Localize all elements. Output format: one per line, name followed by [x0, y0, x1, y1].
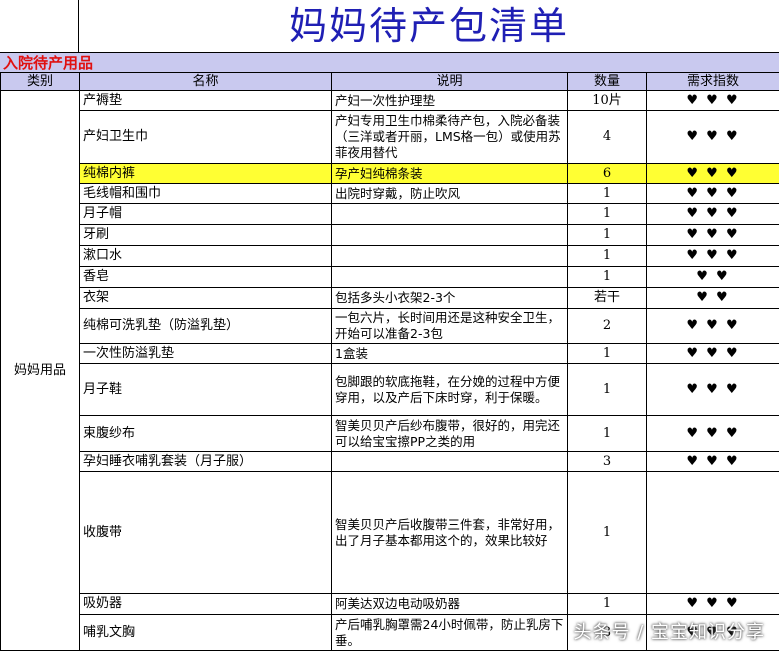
- item-index: ♥ ♥ ♥: [646, 110, 779, 164]
- table-row: 牙刷 1 ♥ ♥ ♥: [1, 224, 779, 246]
- item-index: ♥ ♥ ♥: [646, 224, 779, 246]
- item-desc: 智美贝贝产后纱布腹带，很好的，用完还可以给宝宝擦PP之类的用: [331, 415, 568, 452]
- checklist-table: 类别 名称 说明 数量 需求指数 妈妈用品 产褥垫 产妇一次性护理垫 10片 ♥…: [0, 72, 779, 651]
- item-desc: 智美贝贝产后收腹带三件套，非常好用，出了月子基本都用这个的，效果比较好: [331, 471, 568, 594]
- item-index: ♥ ♥ ♥: [646, 343, 779, 364]
- header-qty: 数量: [567, 72, 647, 91]
- item-name: 纯棉可洗乳垫（防溢乳垫）: [79, 308, 332, 344]
- item-index: ♥ ♥: [646, 266, 779, 288]
- item-name: 月子帽: [79, 203, 332, 225]
- item-desc: [331, 451, 568, 472]
- item-desc: 包括多头小衣架2-3个: [331, 287, 568, 309]
- item-index: [646, 471, 779, 594]
- page-title: 妈妈待产包清单: [288, 4, 569, 48]
- item-desc: 产后哺乳胸罩需24小时佩带，防止乳房下垂。: [331, 614, 568, 651]
- item-index: ♥ ♥: [646, 287, 779, 309]
- item-qty: 1: [567, 245, 647, 267]
- table-row: 孕妇睡衣哺乳套装（月子服） 3 ♥ ♥ ♥: [1, 451, 779, 472]
- item-name: 产妇卫生巾: [79, 110, 332, 164]
- item-desc: 孕产妇纯棉条装: [331, 163, 568, 184]
- title-row: 妈妈待产包清单: [0, 0, 779, 52]
- item-name: 收腹带: [79, 471, 332, 594]
- item-desc: 包脚跟的软底拖鞋，在分娩的过程中方便穿用，以及产后下床时穿，利于保暖。: [331, 363, 568, 416]
- item-qty: 若干: [567, 287, 647, 309]
- table-row: 衣架 包括多头小衣架2-3个 若干 ♥ ♥: [1, 287, 779, 309]
- item-qty: 1: [567, 343, 647, 364]
- item-name: 香皂: [79, 266, 332, 288]
- table-row: 月子鞋 包脚跟的软底拖鞋，在分娩的过程中方便穿用，以及产后下床时穿，利于保暖。 …: [1, 363, 779, 416]
- item-qty: 3: [567, 451, 647, 472]
- item-qty: 4: [567, 110, 647, 164]
- item-desc: 产妇一次性护理垫: [331, 90, 568, 111]
- item-index: ♥ ♥ ♥: [646, 415, 779, 452]
- header-index: 需求指数: [646, 72, 779, 91]
- item-name: 衣架: [79, 287, 332, 309]
- item-qty: 1: [567, 266, 647, 288]
- item-index: ♥ ♥ ♥: [646, 183, 779, 204]
- watermark-text: 头条号 / 宝宝知识分享: [573, 622, 765, 643]
- item-desc: [331, 245, 568, 267]
- header-desc: 说明: [331, 72, 568, 91]
- item-qty: 2: [567, 308, 647, 344]
- item-qty: 1: [567, 183, 647, 204]
- table-row: 收腹带 智美贝贝产后收腹带三件套，非常好用，出了月子基本都用这个的，效果比较好 …: [1, 471, 779, 594]
- item-name: 纯棉内裤: [79, 163, 332, 184]
- item-name: 牙刷: [79, 224, 332, 246]
- table-row: 毛线帽和围巾 出院时穿戴，防止吹风 1 ♥ ♥ ♥: [1, 183, 779, 204]
- section-header: 入院待产用品: [0, 52, 779, 73]
- item-name: 吸奶器: [79, 593, 332, 615]
- item-desc: 出院时穿戴，防止吹风: [331, 183, 568, 204]
- table-row: 妈妈用品 产褥垫 产妇一次性护理垫 10片 ♥ ♥ ♥: [0, 90, 779, 651]
- table-row: 纯棉可洗乳垫（防溢乳垫） 一包六片，长时间用还是这种安全卫生，开始可以准备2-3…: [1, 308, 779, 344]
- item-index: ♥ ♥ ♥: [646, 90, 779, 111]
- item-desc: 产妇专用卫生巾棉柔待产包，入院必备装（三洋或者开丽，LMS格一包）或使用苏菲夜用…: [331, 110, 568, 164]
- item-qty: 1: [567, 363, 647, 416]
- table-row: 漱口水 1 ♥ ♥ ♥: [1, 245, 779, 267]
- item-desc: 1盒装: [331, 343, 568, 364]
- item-index: ♥ ♥ ♥: [646, 163, 779, 184]
- item-desc: 阿美达双边电动吸奶器: [331, 593, 568, 615]
- item-name: 哺乳文胸: [79, 614, 332, 651]
- table-row: 吸奶器 阿美达双边电动吸奶器 1 ♥ ♥ ♥: [1, 593, 779, 615]
- header-name: 名称: [79, 72, 332, 91]
- item-index: ♥ ♥ ♥: [646, 593, 779, 615]
- item-name: 毛线帽和围巾: [79, 183, 332, 204]
- item-desc: [331, 266, 568, 288]
- item-qty: 1: [567, 224, 647, 246]
- item-index: ♥ ♥ ♥: [646, 451, 779, 472]
- table-row: 束腹纱布 智美贝贝产后纱布腹带，很好的，用完还可以给宝宝擦PP之类的用 1 ♥ …: [1, 415, 779, 452]
- item-name: 束腹纱布: [79, 415, 332, 452]
- item-index: ♥ ♥ ♥: [646, 203, 779, 225]
- title-gutter: [0, 0, 79, 52]
- item-qty: 1: [567, 415, 647, 452]
- item-name: 产褥垫: [79, 90, 332, 111]
- item-qty: 1: [567, 471, 647, 594]
- table-header-row: 类别 名称 说明 数量 需求指数: [0, 72, 779, 91]
- category-cell: 妈妈用品: [0, 90, 80, 651]
- item-qty: 1: [567, 593, 647, 615]
- item-name: 孕妇睡衣哺乳套装（月子服）: [79, 451, 332, 472]
- table-row: 一次性防溢乳垫 1盒装 1 ♥ ♥ ♥: [1, 343, 779, 364]
- section-title: 入院待产用品: [3, 54, 94, 72]
- table-row: 产妇卫生巾 产妇专用卫生巾棉柔待产包，入院必备装（三洋或者开丽，LMS格一包）或…: [1, 110, 779, 164]
- item-name: 一次性防溢乳垫: [79, 343, 332, 364]
- item-desc: 一包六片，长时间用还是这种安全卫生，开始可以准备2-3包: [331, 308, 568, 344]
- item-qty: 1: [567, 203, 647, 225]
- table-row: 纯棉内裤 孕产妇纯棉条装 6 ♥ ♥ ♥: [1, 163, 779, 184]
- table-row: 香皂 1 ♥ ♥: [1, 266, 779, 288]
- item-desc: [331, 224, 568, 246]
- item-qty: 10片: [567, 90, 647, 111]
- item-name: 漱口水: [79, 245, 332, 267]
- item-index: ♥ ♥ ♥: [646, 363, 779, 416]
- item-index: ♥ ♥ ♥: [646, 308, 779, 344]
- header-category: 类别: [0, 72, 80, 91]
- item-name: 月子鞋: [79, 363, 332, 416]
- item-qty: 6: [567, 163, 647, 184]
- table-row: 月子帽 1 ♥ ♥ ♥: [1, 203, 779, 225]
- item-index: ♥ ♥ ♥: [646, 245, 779, 267]
- item-desc: [331, 203, 568, 225]
